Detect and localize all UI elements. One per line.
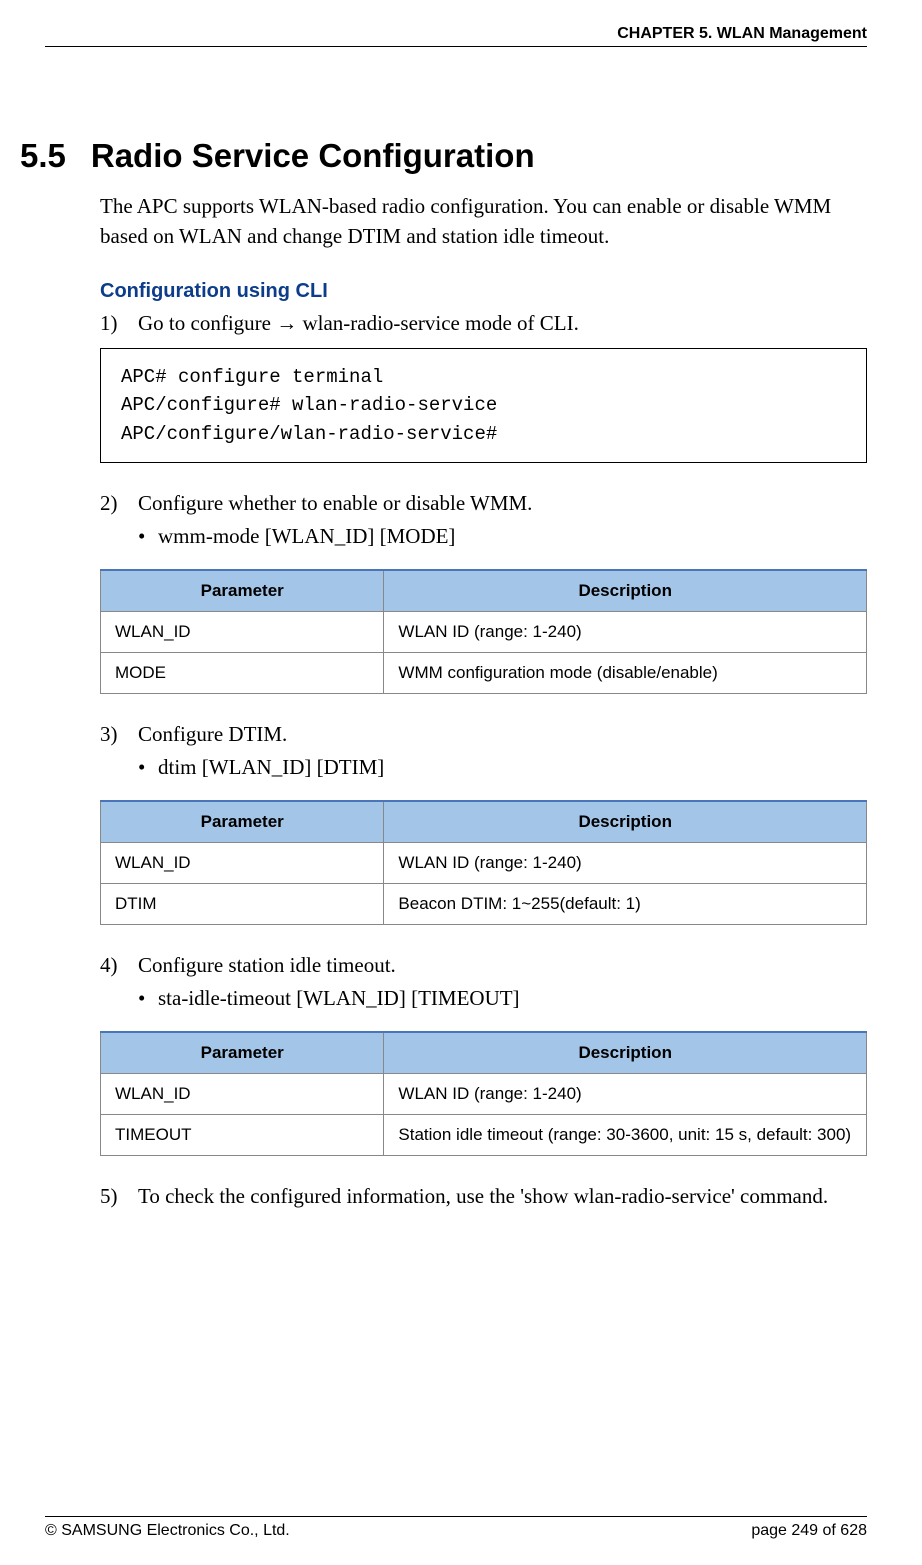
bullet-text: dtim [WLAN_ID] [DTIM] — [158, 755, 384, 780]
step-5: 5) To check the configured information, … — [100, 1184, 867, 1209]
step-text: Configure whether to enable or disable W… — [138, 491, 532, 516]
col-parameter: Parameter — [101, 570, 384, 612]
step-text: Configure DTIM. — [138, 722, 287, 747]
table-row: DTIM Beacon DTIM: 1~255(default: 1) — [101, 884, 867, 925]
cell-param: MODE — [101, 653, 384, 694]
section-number: 5.5 — [20, 137, 66, 175]
step-2-bullet: • wmm-mode [WLAN_ID] [MODE] — [138, 524, 867, 549]
bullet-text: sta-idle-timeout [WLAN_ID] [TIMEOUT] — [158, 986, 520, 1011]
cell-param: WLAN_ID — [101, 1074, 384, 1115]
table-header-row: Parameter Description — [101, 1032, 867, 1074]
footer-page-number: page 249 of 628 — [751, 1522, 867, 1540]
col-description: Description — [384, 1032, 867, 1074]
bullet-text: wmm-mode [WLAN_ID] [MODE] — [158, 524, 455, 549]
col-description: Description — [384, 570, 867, 612]
footer-copyright: © SAMSUNG Electronics Co., Ltd. — [45, 1522, 290, 1540]
bullet-icon: • — [138, 986, 158, 1011]
cell-param: TIMEOUT — [101, 1115, 384, 1156]
col-parameter: Parameter — [101, 1032, 384, 1074]
step-3: 3) Configure DTIM. — [100, 722, 867, 747]
page-footer: © SAMSUNG Electronics Co., Ltd. page 249… — [45, 1516, 867, 1540]
section-heading: 5.5 Radio Service Configuration — [20, 137, 867, 175]
table-row: TIMEOUT Station idle timeout (range: 30-… — [101, 1115, 867, 1156]
parameter-table-wmm: Parameter Description WLAN_ID WLAN ID (r… — [100, 569, 867, 694]
subsection-heading: Configuration using CLI — [100, 280, 867, 303]
col-description: Description — [384, 801, 867, 843]
cell-param: WLAN_ID — [101, 612, 384, 653]
cell-desc: Beacon DTIM: 1~255(default: 1) — [384, 884, 867, 925]
step-number: 3) — [100, 722, 138, 747]
step-number: 1) — [100, 311, 138, 336]
col-parameter: Parameter — [101, 801, 384, 843]
step-number: 5) — [100, 1184, 138, 1209]
table-row: WLAN_ID WLAN ID (range: 1-240) — [101, 1074, 867, 1115]
section-intro: The APC supports WLAN-based radio config… — [100, 191, 867, 252]
cell-desc: WLAN ID (range: 1-240) — [384, 612, 867, 653]
step-2: 2) Configure whether to enable or disabl… — [100, 491, 867, 516]
table-row: WLAN_ID WLAN ID (range: 1-240) — [101, 612, 867, 653]
step-text: To check the configured information, use… — [138, 1184, 828, 1209]
step-number: 4) — [100, 953, 138, 978]
cell-param: WLAN_ID — [101, 843, 384, 884]
step-1: 1) Go to configure → wlan-radio-service … — [100, 311, 867, 336]
step-3-bullet: • dtim [WLAN_ID] [DTIM] — [138, 755, 867, 780]
table-row: WLAN_ID WLAN ID (range: 1-240) — [101, 843, 867, 884]
section-title-text: Radio Service Configuration — [91, 137, 535, 174]
parameter-table-dtim: Parameter Description WLAN_ID WLAN ID (r… — [100, 800, 867, 925]
cell-desc: WLAN ID (range: 1-240) — [384, 843, 867, 884]
step-4: 4) Configure station idle timeout. — [100, 953, 867, 978]
step-text: Go to configure → wlan-radio-service mod… — [138, 311, 579, 336]
table-header-row: Parameter Description — [101, 801, 867, 843]
page-header: CHAPTER 5. WLAN Management — [45, 25, 867, 47]
cell-desc: Station idle timeout (range: 30-3600, un… — [384, 1115, 867, 1156]
cell-desc: WLAN ID (range: 1-240) — [384, 1074, 867, 1115]
bullet-icon: • — [138, 524, 158, 549]
parameter-table-timeout: Parameter Description WLAN_ID WLAN ID (r… — [100, 1031, 867, 1156]
cell-desc: WMM configuration mode (disable/enable) — [384, 653, 867, 694]
step-text: Configure station idle timeout. — [138, 953, 396, 978]
bullet-icon: • — [138, 755, 158, 780]
table-header-row: Parameter Description — [101, 570, 867, 612]
step-number: 2) — [100, 491, 138, 516]
step-4-bullet: • sta-idle-timeout [WLAN_ID] [TIMEOUT] — [138, 986, 867, 1011]
table-row: MODE WMM configuration mode (disable/ena… — [101, 653, 867, 694]
cell-param: DTIM — [101, 884, 384, 925]
cli-code-block: APC# configure terminal APC/configure# w… — [100, 348, 867, 464]
